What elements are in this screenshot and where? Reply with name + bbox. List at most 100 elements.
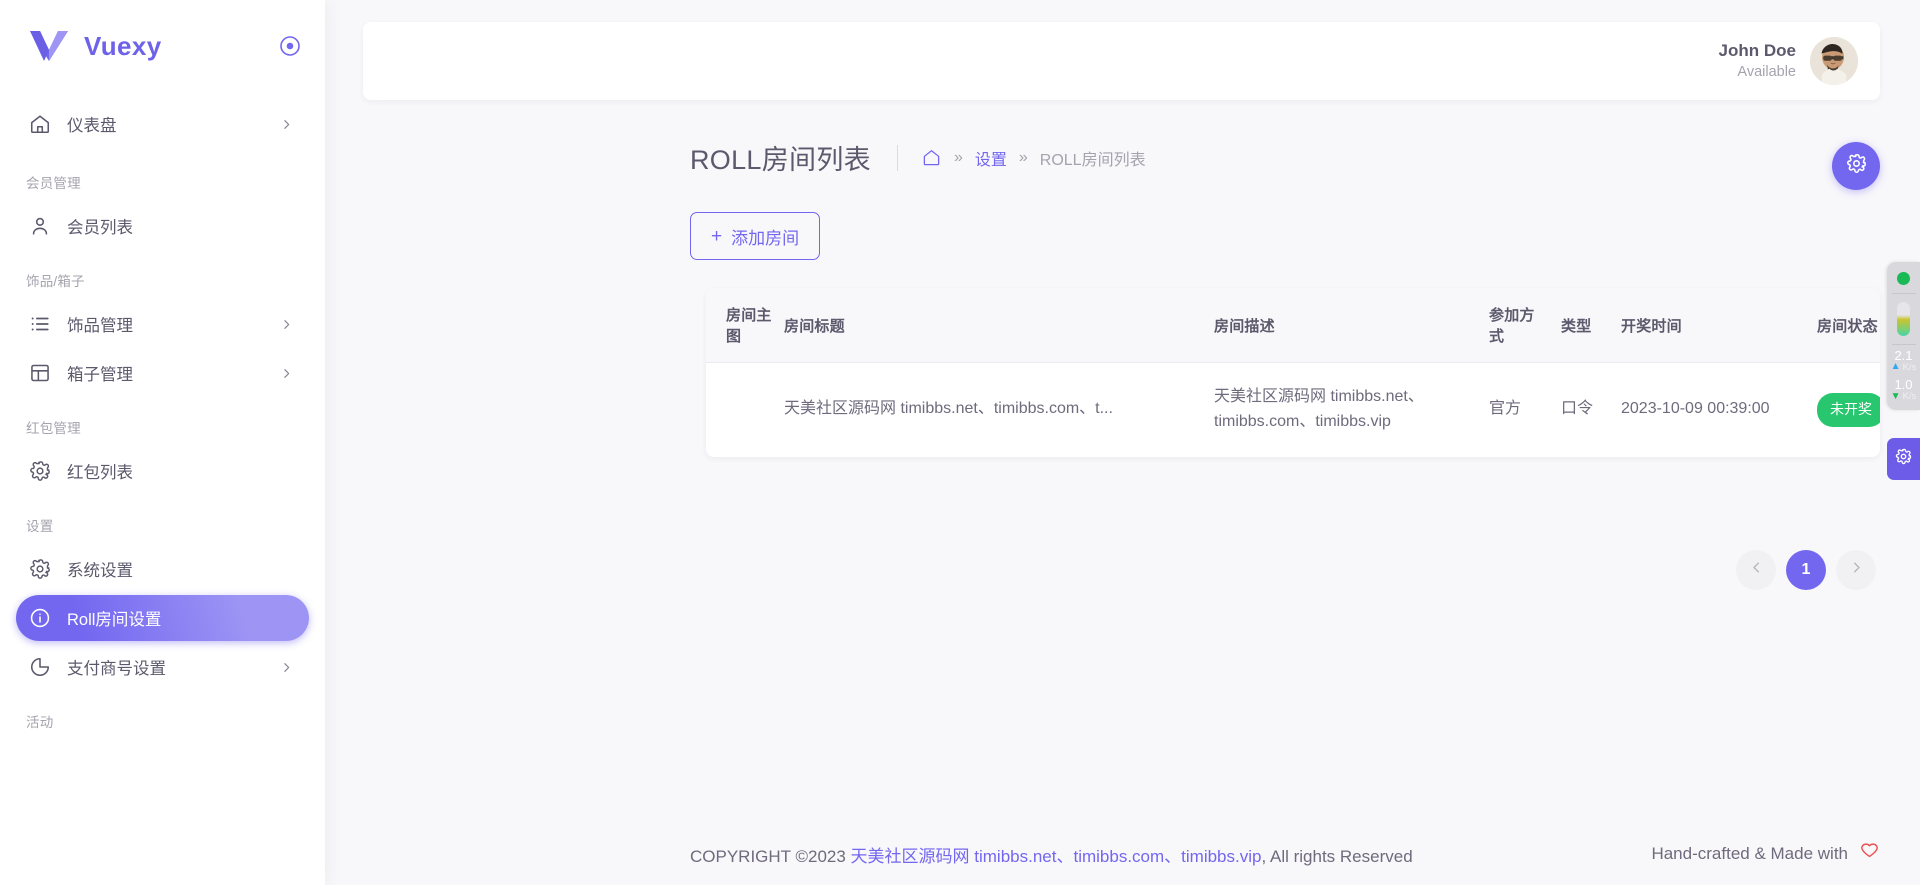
sidebar-nav: 仪表盘 会员管理 会员列表 饰品/箱子 饰品管理 箱子管理 红包管理 红包列表 …: [0, 92, 325, 739]
table-head: 房间主图 房间标题 房间描述 参加方式 类型 开奖时间 房间状态 房间详情 操作: [706, 288, 1880, 363]
col-type: 类型: [1555, 288, 1615, 363]
footer-credit: Hand-crafted & Made with: [1651, 841, 1880, 867]
breadcrumb-separator: »: [953, 148, 963, 166]
footer-link[interactable]: 天美社区源码网 timibbs.net、timibbs.com、timibbs.…: [851, 847, 1262, 866]
breadcrumb-current: ROLL房间列表: [1039, 151, 1146, 169]
top-navbar: John Doe Available: [363, 22, 1880, 100]
gear-icon: [28, 558, 51, 581]
user-icon: [28, 215, 51, 238]
user-name: John Doe: [1718, 41, 1796, 61]
pagination-next[interactable]: [1836, 550, 1876, 590]
download-unit: K/s: [1902, 390, 1917, 402]
sidebar-item-label: 箱子管理: [67, 366, 133, 384]
sidebar-item-dashboard[interactable]: 仪表盘: [16, 101, 309, 147]
arrow-down-icon: ▼: [1890, 390, 1901, 402]
divider: [1891, 344, 1916, 345]
status-badge: 未开奖: [1817, 392, 1880, 427]
heart-icon: [1859, 841, 1880, 867]
upload-unit: K/s: [1902, 361, 1917, 373]
sidebar-section-redpacket: 红包管理: [26, 421, 81, 436]
home-icon: [28, 113, 51, 136]
footer-suffix: , All rights Reserved: [1261, 846, 1413, 866]
sidebar-section-activity: 活动: [26, 715, 54, 730]
footer: COPYRIGHT ©2023 天美社区源码网 timibbs.net、timi…: [690, 823, 1880, 885]
cell-room-desc: 天美社区源码网 timibbs.net、timibbs.com、timibbs.…: [1214, 388, 1424, 430]
brand-header[interactable]: Vuexy: [0, 0, 325, 92]
sidebar-item-box-manage[interactable]: 箱子管理: [16, 350, 309, 396]
sidebar-item-member-list[interactable]: 会员列表: [16, 203, 309, 249]
cell-room-status: 未开奖: [1811, 363, 1880, 457]
sidebar-section-members: 会员管理: [26, 176, 81, 191]
list-icon: [28, 313, 51, 336]
sidebar-item-label: 支付商号设置: [67, 660, 166, 678]
speed-gauge: [1897, 302, 1910, 336]
sidebar-item-roll-room-settings[interactable]: Roll房间设置: [16, 595, 309, 641]
gear-icon: [1895, 448, 1912, 470]
pagination-prev[interactable]: [1736, 550, 1776, 590]
sidebar-item-label: Roll房间设置: [67, 611, 162, 629]
sidebar-item-label: 仪表盘: [67, 117, 117, 135]
gear-icon: [28, 460, 51, 483]
footer-credit-text: Hand-crafted & Made with: [1651, 844, 1848, 863]
table-row[interactable]: 天美社区源码网 timibbs.net、timibbs.com、t... 天美社…: [706, 363, 1880, 457]
breadcrumb: » 设置 » ROLL房间列表: [922, 146, 1146, 170]
add-room-button[interactable]: + 添加房间: [690, 212, 821, 260]
chevron-right-icon: [1849, 560, 1864, 580]
rooms-table-card: 房间主图 房间标题 房间描述 参加方式 类型 开奖时间 房间状态 房间详情 操作: [706, 288, 1880, 457]
sidebar-item-label: 系统设置: [67, 562, 133, 580]
footer-copyright: COPYRIGHT ©2023 天美社区源码网 timibbs.net、timi…: [690, 842, 1413, 867]
footer-prefix: COPYRIGHT ©2023: [690, 846, 851, 866]
col-draw-time: 开奖时间: [1615, 288, 1811, 363]
sidebar-item-item-manage[interactable]: 饰品管理: [16, 301, 309, 347]
status-indicator-dot: [1897, 272, 1910, 285]
breadcrumb-separator: »: [1018, 148, 1028, 166]
chevron-right-icon: [279, 366, 293, 380]
network-monitor-panel[interactable]: 2.1 ▲ K/s 1.0 ▼ K/s: [1887, 262, 1920, 410]
pagination-page-1[interactable]: 1: [1786, 550, 1826, 590]
col-join-type: 参加方式: [1483, 288, 1555, 363]
sidebar-item-system-settings[interactable]: 系统设置: [16, 546, 309, 592]
upload-value: 2.1: [1894, 348, 1913, 363]
download-unit-row: ▼ K/s: [1890, 390, 1917, 402]
brand-name: Vuexy: [84, 30, 162, 61]
main-content: John Doe Available ROLL房间列表 » 设置 » ROLL房…: [325, 0, 1920, 885]
cell-join-type: 官方: [1489, 400, 1522, 418]
theme-customizer-button[interactable]: [1832, 142, 1880, 190]
user-meta: John Doe Available: [1719, 40, 1796, 82]
home-icon[interactable]: [922, 148, 942, 168]
circle-pin-icon[interactable]: [279, 35, 301, 57]
page-title: ROLL房间列表: [690, 145, 871, 175]
cell-room-image: [706, 363, 778, 457]
upload-speed: 2.1 ▲ K/s: [1891, 349, 1917, 372]
sidebar-item-label: 饰品管理: [67, 317, 133, 335]
col-room-desc: 房间描述: [1208, 288, 1483, 363]
sidebar-item-label: 会员列表: [67, 219, 133, 237]
chevron-right-icon: [279, 117, 293, 131]
upload-unit-row: ▲ K/s: [1891, 362, 1917, 372]
pagination: 1: [1736, 550, 1876, 590]
sidebar-item-payment-merchant-settings[interactable]: 支付商号设置: [16, 644, 309, 690]
cell-draw-time: 2023-10-09 00:39:00: [1621, 400, 1770, 418]
user-menu[interactable]: John Doe Available: [1719, 37, 1858, 85]
chevron-right-icon: [279, 317, 293, 331]
col-room-title: 房间标题: [778, 288, 1208, 363]
divider: [1891, 293, 1916, 294]
rooms-table: 房间主图 房间标题 房间描述 参加方式 类型 开奖时间 房间状态 房间详情 操作: [706, 288, 1880, 457]
avatar[interactable]: [1810, 37, 1858, 85]
col-room-status: 房间状态: [1811, 288, 1880, 363]
extension-settings-button[interactable]: [1887, 438, 1920, 480]
chevron-left-icon: [1749, 560, 1764, 580]
app-root: Vuexy 仪表盘 会员管理 会员列表 饰品/箱子 饰品管理 箱子管理 红包管理…: [0, 0, 1920, 885]
chevron-right-icon: [279, 660, 293, 674]
add-room-label: 添加房间: [731, 228, 800, 248]
layout-icon: [28, 362, 51, 385]
room-title-text: 天美社区源码网 timibbs.net、timibbs.com、t...: [784, 400, 1113, 418]
page-header: ROLL房间列表 » 设置 » ROLL房间列表: [690, 138, 1146, 177]
sidebar-item-redpacket-list[interactable]: 红包列表: [16, 448, 309, 494]
breadcrumb-link-settings[interactable]: 设置: [975, 146, 1007, 170]
cell-room-title: 天美社区源码网 timibbs.net、timibbs.com、t...: [778, 363, 1208, 457]
sidebar-section-settings: 设置: [26, 519, 54, 534]
table-body: 天美社区源码网 timibbs.net、timibbs.com、t... 天美社…: [706, 363, 1880, 457]
vuexy-logo-icon: [28, 29, 70, 63]
arrow-up-icon: ▲: [1890, 361, 1901, 373]
